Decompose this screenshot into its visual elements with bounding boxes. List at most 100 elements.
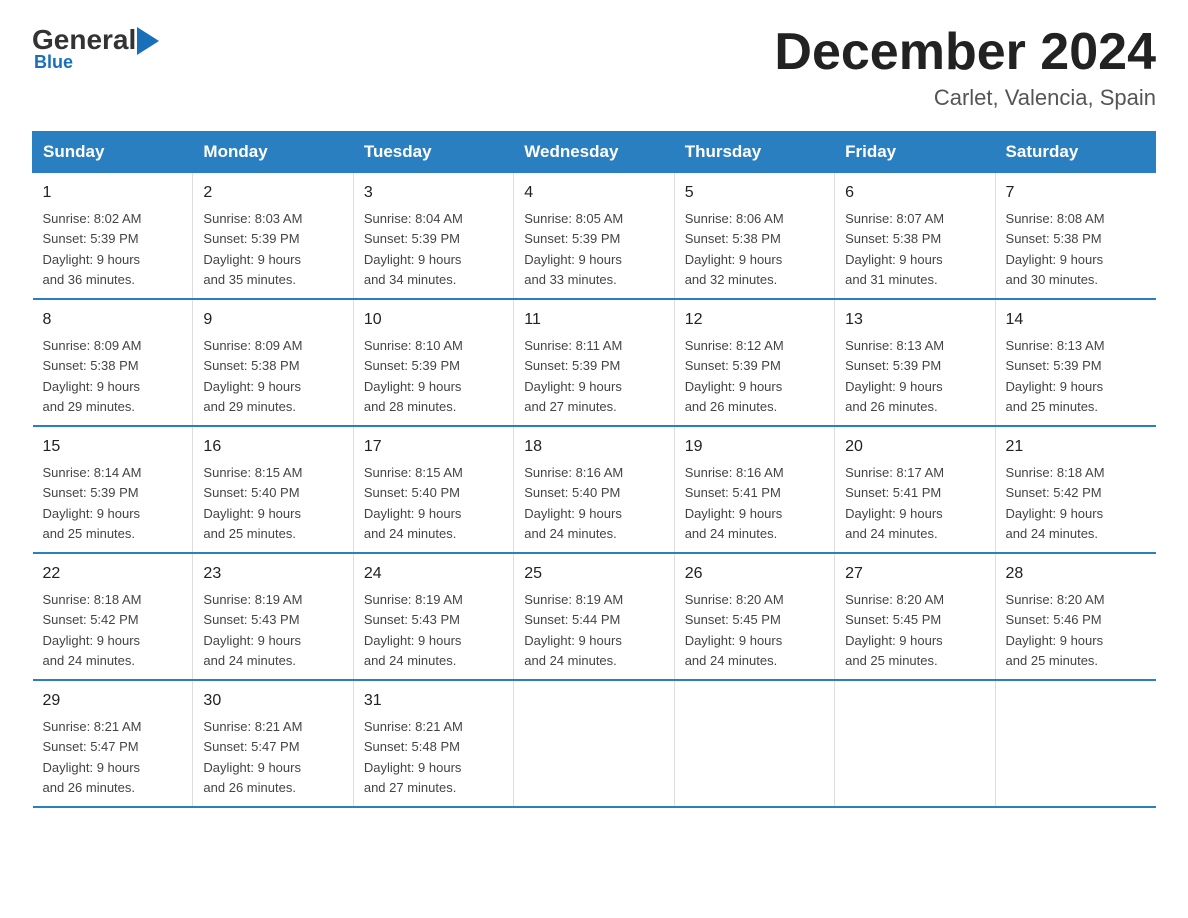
calendar-cell: 15 Sunrise: 8:14 AMSunset: 5:39 PMDaylig… <box>33 426 193 553</box>
calendar-cell: 5 Sunrise: 8:06 AMSunset: 5:38 PMDayligh… <box>674 173 834 300</box>
month-title: December 2024 <box>774 24 1156 81</box>
calendar-cell <box>835 680 995 807</box>
col-header-friday: Friday <box>835 132 995 173</box>
calendar-cell: 31 Sunrise: 8:21 AMSunset: 5:48 PMDaylig… <box>353 680 513 807</box>
day-info: Sunrise: 8:18 AMSunset: 5:42 PMDaylight:… <box>1006 465 1105 541</box>
calendar-cell: 10 Sunrise: 8:10 AMSunset: 5:39 PMDaylig… <box>353 299 513 426</box>
day-info: Sunrise: 8:20 AMSunset: 5:46 PMDaylight:… <box>1006 592 1105 668</box>
calendar-cell: 16 Sunrise: 8:15 AMSunset: 5:40 PMDaylig… <box>193 426 353 553</box>
day-info: Sunrise: 8:03 AMSunset: 5:39 PMDaylight:… <box>203 211 302 287</box>
day-info: Sunrise: 8:13 AMSunset: 5:39 PMDaylight:… <box>1006 338 1105 414</box>
day-number: 30 <box>203 689 342 713</box>
calendar-cell: 30 Sunrise: 8:21 AMSunset: 5:47 PMDaylig… <box>193 680 353 807</box>
day-info: Sunrise: 8:10 AMSunset: 5:39 PMDaylight:… <box>364 338 463 414</box>
day-info: Sunrise: 8:15 AMSunset: 5:40 PMDaylight:… <box>203 465 302 541</box>
day-info: Sunrise: 8:08 AMSunset: 5:38 PMDaylight:… <box>1006 211 1105 287</box>
calendar-cell: 21 Sunrise: 8:18 AMSunset: 5:42 PMDaylig… <box>995 426 1155 553</box>
calendar-week-row: 1 Sunrise: 8:02 AMSunset: 5:39 PMDayligh… <box>33 173 1156 300</box>
day-number: 8 <box>43 308 183 332</box>
day-number: 23 <box>203 562 342 586</box>
day-info: Sunrise: 8:05 AMSunset: 5:39 PMDaylight:… <box>524 211 623 287</box>
day-number: 5 <box>685 181 824 205</box>
day-number: 2 <box>203 181 342 205</box>
calendar-table: SundayMondayTuesdayWednesdayThursdayFrid… <box>32 131 1156 808</box>
col-header-saturday: Saturday <box>995 132 1155 173</box>
calendar-cell <box>674 680 834 807</box>
day-number: 24 <box>364 562 503 586</box>
calendar-cell: 24 Sunrise: 8:19 AMSunset: 5:43 PMDaylig… <box>353 553 513 680</box>
day-number: 18 <box>524 435 663 459</box>
day-info: Sunrise: 8:19 AMSunset: 5:44 PMDaylight:… <box>524 592 623 668</box>
location-title: Carlet, Valencia, Spain <box>774 85 1156 111</box>
day-info: Sunrise: 8:15 AMSunset: 5:40 PMDaylight:… <box>364 465 463 541</box>
day-number: 16 <box>203 435 342 459</box>
calendar-week-row: 22 Sunrise: 8:18 AMSunset: 5:42 PMDaylig… <box>33 553 1156 680</box>
day-number: 29 <box>43 689 183 713</box>
day-number: 28 <box>1006 562 1146 586</box>
day-number: 1 <box>43 181 183 205</box>
title-block: December 2024 Carlet, Valencia, Spain <box>774 24 1156 111</box>
day-info: Sunrise: 8:20 AMSunset: 5:45 PMDaylight:… <box>845 592 944 668</box>
calendar-week-row: 15 Sunrise: 8:14 AMSunset: 5:39 PMDaylig… <box>33 426 1156 553</box>
day-number: 17 <box>364 435 503 459</box>
day-info: Sunrise: 8:17 AMSunset: 5:41 PMDaylight:… <box>845 465 944 541</box>
day-info: Sunrise: 8:04 AMSunset: 5:39 PMDaylight:… <box>364 211 463 287</box>
day-number: 25 <box>524 562 663 586</box>
page-header: General Blue December 2024 Carlet, Valen… <box>32 24 1156 111</box>
day-number: 14 <box>1006 308 1146 332</box>
calendar-cell: 11 Sunrise: 8:11 AMSunset: 5:39 PMDaylig… <box>514 299 674 426</box>
day-info: Sunrise: 8:19 AMSunset: 5:43 PMDaylight:… <box>364 592 463 668</box>
day-number: 15 <box>43 435 183 459</box>
calendar-cell: 20 Sunrise: 8:17 AMSunset: 5:41 PMDaylig… <box>835 426 995 553</box>
col-header-monday: Monday <box>193 132 353 173</box>
day-number: 26 <box>685 562 824 586</box>
day-info: Sunrise: 8:21 AMSunset: 5:48 PMDaylight:… <box>364 719 463 795</box>
day-info: Sunrise: 8:21 AMSunset: 5:47 PMDaylight:… <box>43 719 142 795</box>
calendar-header-row: SundayMondayTuesdayWednesdayThursdayFrid… <box>33 132 1156 173</box>
day-number: 21 <box>1006 435 1146 459</box>
calendar-week-row: 29 Sunrise: 8:21 AMSunset: 5:47 PMDaylig… <box>33 680 1156 807</box>
calendar-cell: 6 Sunrise: 8:07 AMSunset: 5:38 PMDayligh… <box>835 173 995 300</box>
day-info: Sunrise: 8:20 AMSunset: 5:45 PMDaylight:… <box>685 592 784 668</box>
calendar-cell: 2 Sunrise: 8:03 AMSunset: 5:39 PMDayligh… <box>193 173 353 300</box>
day-info: Sunrise: 8:21 AMSunset: 5:47 PMDaylight:… <box>203 719 302 795</box>
calendar-cell: 26 Sunrise: 8:20 AMSunset: 5:45 PMDaylig… <box>674 553 834 680</box>
day-number: 19 <box>685 435 824 459</box>
day-number: 13 <box>845 308 984 332</box>
calendar-cell: 28 Sunrise: 8:20 AMSunset: 5:46 PMDaylig… <box>995 553 1155 680</box>
calendar-cell <box>995 680 1155 807</box>
calendar-cell: 13 Sunrise: 8:13 AMSunset: 5:39 PMDaylig… <box>835 299 995 426</box>
day-info: Sunrise: 8:09 AMSunset: 5:38 PMDaylight:… <box>43 338 142 414</box>
col-header-sunday: Sunday <box>33 132 193 173</box>
col-header-tuesday: Tuesday <box>353 132 513 173</box>
col-header-wednesday: Wednesday <box>514 132 674 173</box>
day-number: 11 <box>524 308 663 332</box>
day-info: Sunrise: 8:13 AMSunset: 5:39 PMDaylight:… <box>845 338 944 414</box>
calendar-week-row: 8 Sunrise: 8:09 AMSunset: 5:38 PMDayligh… <box>33 299 1156 426</box>
col-header-thursday: Thursday <box>674 132 834 173</box>
day-info: Sunrise: 8:16 AMSunset: 5:41 PMDaylight:… <box>685 465 784 541</box>
calendar-cell: 19 Sunrise: 8:16 AMSunset: 5:41 PMDaylig… <box>674 426 834 553</box>
calendar-cell: 12 Sunrise: 8:12 AMSunset: 5:39 PMDaylig… <box>674 299 834 426</box>
day-number: 9 <box>203 308 342 332</box>
day-info: Sunrise: 8:14 AMSunset: 5:39 PMDaylight:… <box>43 465 142 541</box>
day-info: Sunrise: 8:09 AMSunset: 5:38 PMDaylight:… <box>203 338 302 414</box>
day-info: Sunrise: 8:16 AMSunset: 5:40 PMDaylight:… <box>524 465 623 541</box>
day-number: 6 <box>845 181 984 205</box>
calendar-cell <box>514 680 674 807</box>
day-number: 27 <box>845 562 984 586</box>
calendar-cell: 25 Sunrise: 8:19 AMSunset: 5:44 PMDaylig… <box>514 553 674 680</box>
day-number: 7 <box>1006 181 1146 205</box>
calendar-cell: 7 Sunrise: 8:08 AMSunset: 5:38 PMDayligh… <box>995 173 1155 300</box>
day-number: 3 <box>364 181 503 205</box>
calendar-cell: 18 Sunrise: 8:16 AMSunset: 5:40 PMDaylig… <box>514 426 674 553</box>
calendar-cell: 8 Sunrise: 8:09 AMSunset: 5:38 PMDayligh… <box>33 299 193 426</box>
day-info: Sunrise: 8:07 AMSunset: 5:38 PMDaylight:… <box>845 211 944 287</box>
calendar-cell: 1 Sunrise: 8:02 AMSunset: 5:39 PMDayligh… <box>33 173 193 300</box>
calendar-cell: 27 Sunrise: 8:20 AMSunset: 5:45 PMDaylig… <box>835 553 995 680</box>
day-info: Sunrise: 8:19 AMSunset: 5:43 PMDaylight:… <box>203 592 302 668</box>
day-number: 22 <box>43 562 183 586</box>
day-number: 4 <box>524 181 663 205</box>
calendar-cell: 17 Sunrise: 8:15 AMSunset: 5:40 PMDaylig… <box>353 426 513 553</box>
day-info: Sunrise: 8:11 AMSunset: 5:39 PMDaylight:… <box>524 338 622 414</box>
